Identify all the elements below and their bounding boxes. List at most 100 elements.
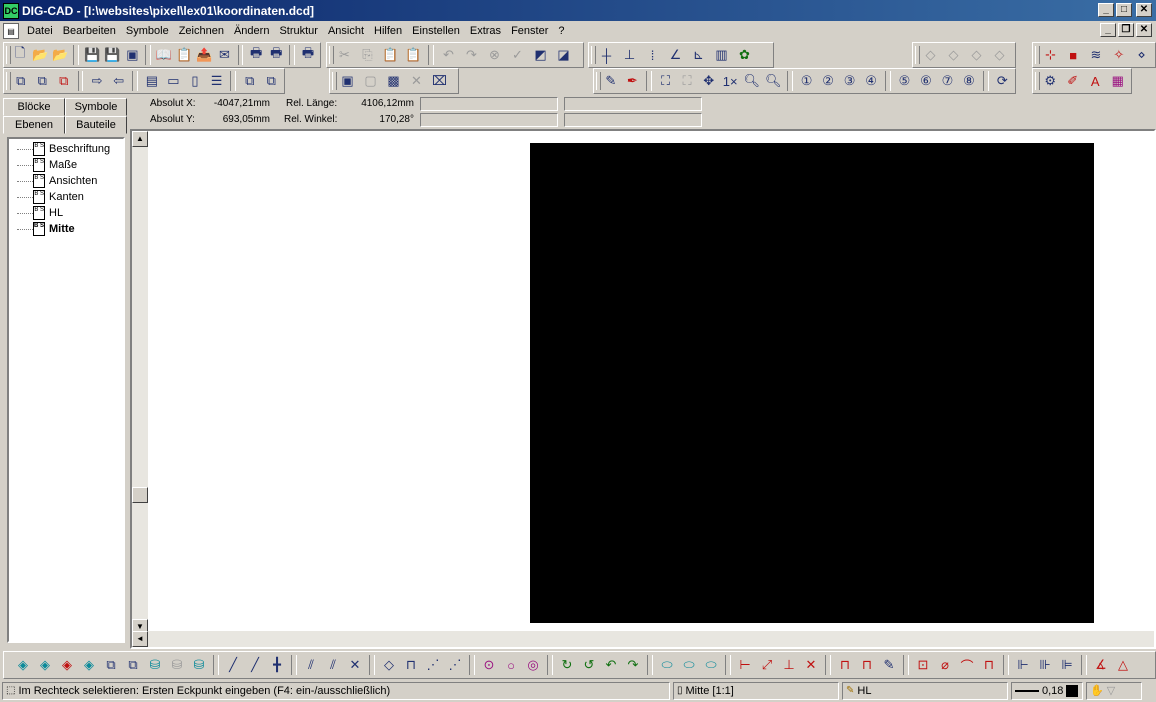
block-3-icon[interactable]: ◈ bbox=[56, 654, 78, 676]
paste-special-icon[interactable]: 📋 bbox=[402, 44, 425, 66]
save-icon[interactable]: 💾 bbox=[82, 44, 102, 66]
tab-symbole[interactable]: Symbole bbox=[65, 98, 127, 116]
zoom-out-icon[interactable]: 🔍︎ bbox=[762, 70, 784, 92]
dim-aligned-icon[interactable]: ⤢ bbox=[756, 654, 778, 676]
properties-icon[interactable]: ◩ bbox=[529, 44, 552, 66]
3d-axes-icon[interactable]: ⊹ bbox=[1039, 44, 1062, 66]
dashed-line-2-icon[interactable]: ⋰ bbox=[444, 654, 466, 676]
view-ref-icon[interactable]: ⌧ bbox=[428, 70, 451, 92]
status-linewidth-pane[interactable]: 0,18 bbox=[1011, 682, 1083, 700]
dashed-line-icon[interactable]: ⋰ bbox=[422, 654, 444, 676]
cut-icon[interactable]: ✂ bbox=[333, 44, 356, 66]
ortho-icon[interactable]: ⊾ bbox=[687, 44, 710, 66]
grid-icon[interactable]: ⁞ bbox=[641, 44, 664, 66]
redraw-icon[interactable]: ⟳ bbox=[992, 70, 1014, 92]
menu-fenster[interactable]: Fenster bbox=[506, 22, 553, 40]
zoom-window-icon[interactable]: ⛶ bbox=[676, 70, 698, 92]
arc-icon[interactable]: ↻ bbox=[556, 654, 578, 676]
block-4-icon[interactable]: ◈ bbox=[78, 654, 100, 676]
pan-icon[interactable]: ✥ bbox=[698, 70, 720, 92]
close-button[interactable]: ✕ bbox=[1136, 3, 1152, 17]
parallel-icon[interactable]: ⫽ bbox=[300, 654, 322, 676]
snap-4-icon[interactable]: ◇ bbox=[988, 44, 1011, 66]
ellipse-2-icon[interactable]: ⬭ bbox=[678, 654, 700, 676]
block-7-icon[interactable]: ⛁ bbox=[144, 654, 166, 676]
tab-bloecke[interactable]: Blöcke bbox=[3, 98, 65, 116]
view-open-icon[interactable]: ▣ bbox=[336, 70, 359, 92]
view-delete-icon[interactable]: ✕ bbox=[405, 70, 428, 92]
snap-3-icon[interactable]: ◇ bbox=[965, 44, 988, 66]
maximize-button[interactable]: □ bbox=[1116, 3, 1132, 17]
layer-item[interactable]: B S Maße bbox=[9, 157, 123, 173]
menu-ansicht[interactable]: Ansicht bbox=[323, 22, 369, 40]
window-dup-icon[interactable]: ⧉ bbox=[32, 70, 54, 92]
circle-icon[interactable]: ○ bbox=[500, 654, 522, 676]
angle-tool-icon[interactable]: ∡ bbox=[1090, 654, 1112, 676]
plot-icon[interactable]: 🖶 bbox=[298, 44, 318, 66]
menu-extras[interactable]: Extras bbox=[465, 22, 506, 40]
zoom-1x-icon[interactable]: 1× bbox=[719, 70, 741, 92]
print-icon[interactable]: 🖶 bbox=[246, 44, 266, 66]
3d-render-icon[interactable]: ✧ bbox=[1107, 44, 1130, 66]
attribute-icon[interactable]: ⚙ bbox=[1039, 70, 1062, 92]
layer-item[interactable]: B S Kanten bbox=[9, 189, 123, 205]
window-next-icon[interactable]: ⧉ bbox=[261, 70, 283, 92]
line-perp-icon[interactable]: ╋ bbox=[266, 654, 288, 676]
menu-symbole[interactable]: Symbole bbox=[121, 22, 174, 40]
polyline-icon[interactable]: ⊓ bbox=[400, 654, 422, 676]
text-style-icon[interactable]: A bbox=[1084, 70, 1107, 92]
scroll-left-button[interactable]: ◄ bbox=[132, 631, 148, 647]
import-icon[interactable]: 📋 bbox=[174, 44, 194, 66]
dim-cross-icon[interactable]: ✕ bbox=[800, 654, 822, 676]
zoom-1-icon[interactable]: ① bbox=[796, 70, 818, 92]
scroll-up-button[interactable]: ▲ bbox=[132, 131, 148, 147]
dim-radius-icon[interactable]: ⊡ bbox=[912, 654, 934, 676]
arc-4-icon[interactable]: ↷ bbox=[622, 654, 644, 676]
hatch-3-icon[interactable]: ⊫ bbox=[1056, 654, 1078, 676]
confirm-icon[interactable]: ✓ bbox=[506, 44, 529, 66]
window-prev-icon[interactable]: ⧉ bbox=[239, 70, 261, 92]
mdi-minimize-button[interactable]: _ bbox=[1100, 23, 1116, 37]
angle-icon[interactable]: ∠ bbox=[664, 44, 687, 66]
status-layer-pane[interactable]: ▯ Mitte [1:1] bbox=[673, 682, 839, 700]
dim-arc-icon[interactable]: ⌒ bbox=[956, 654, 978, 676]
block-6-icon[interactable]: ⧉ bbox=[122, 654, 144, 676]
menu-hilfen[interactable]: Hilfen bbox=[369, 22, 407, 40]
tile-vertical-icon[interactable]: ▯ bbox=[184, 70, 206, 92]
view-frame-icon[interactable]: ▢ bbox=[359, 70, 382, 92]
horizontal-scrollbar[interactable]: ◄ bbox=[132, 631, 1154, 647]
print-preview-icon[interactable]: 🖶 bbox=[266, 44, 286, 66]
3d-cube-icon[interactable]: ■ bbox=[1062, 44, 1085, 66]
plugin-icon[interactable]: ✿ bbox=[733, 44, 756, 66]
triangle-icon[interactable]: △ bbox=[1112, 654, 1134, 676]
mail-icon[interactable]: ✉ bbox=[214, 44, 234, 66]
zoom-5-icon[interactable]: ⑤ bbox=[894, 70, 916, 92]
cross-lines-icon[interactable]: ✕ bbox=[344, 654, 366, 676]
color-table-icon[interactable]: ▦ bbox=[1107, 70, 1130, 92]
menu-datei[interactable]: Datei bbox=[22, 22, 58, 40]
snap-1-icon[interactable]: ◇ bbox=[919, 44, 942, 66]
menu-help[interactable]: ? bbox=[553, 22, 569, 40]
document-icon[interactable]: ▤ bbox=[3, 23, 19, 39]
save-all-icon[interactable]: ▣ bbox=[122, 44, 142, 66]
arc-3-icon[interactable]: ↶ bbox=[600, 654, 622, 676]
undo-icon[interactable]: ↶ bbox=[437, 44, 460, 66]
dim-vertical-icon[interactable]: ⊥ bbox=[778, 654, 800, 676]
crosshair-icon[interactable]: ┼ bbox=[595, 44, 618, 66]
block-1-icon[interactable]: ◈ bbox=[12, 654, 34, 676]
pen-icon[interactable]: ✎ bbox=[600, 70, 622, 92]
block-5-icon[interactable]: ⧉ bbox=[100, 654, 122, 676]
edit-properties-icon[interactable]: ◪ bbox=[552, 44, 575, 66]
minimize-button[interactable]: _ bbox=[1098, 3, 1114, 17]
view-select-icon[interactable]: ▩ bbox=[382, 70, 405, 92]
menu-struktur[interactable]: Struktur bbox=[274, 22, 323, 40]
dim-diameter-icon[interactable]: ⌀ bbox=[934, 654, 956, 676]
zoom-7-icon[interactable]: ⑦ bbox=[937, 70, 959, 92]
3d-more-icon[interactable]: ⋄ bbox=[1130, 44, 1153, 66]
hatch-2-icon[interactable]: ⊪ bbox=[1034, 654, 1056, 676]
mdi-close-button[interactable]: ✕ bbox=[1136, 23, 1152, 37]
circle-center-icon[interactable]: ⊙ bbox=[478, 654, 500, 676]
arrow-left-icon[interactable]: ⇦ bbox=[108, 70, 130, 92]
mdi-restore-button[interactable]: ❐ bbox=[1118, 23, 1134, 37]
open-recent-icon[interactable]: 📂 bbox=[50, 44, 70, 66]
